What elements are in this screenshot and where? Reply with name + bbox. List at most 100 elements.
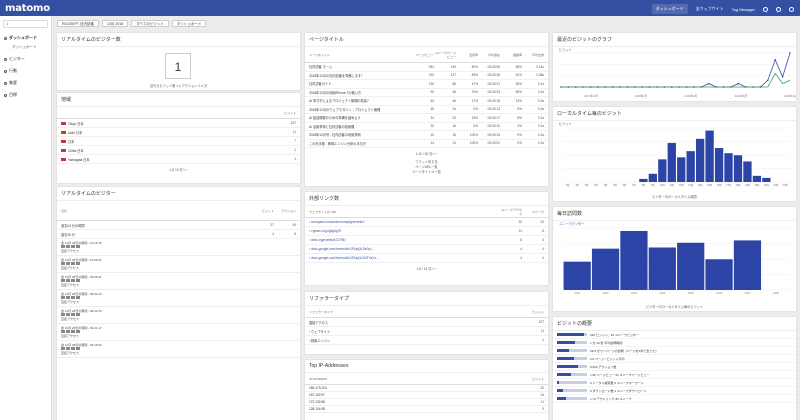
bar: [677, 242, 705, 290]
visit-item[interactable]: 金 12月 28日の時間 - 10:16:16 直接アクセス: [57, 239, 300, 256]
bar: [743, 161, 752, 182]
sidebar-item-visitors[interactable]: ビジター: [0, 53, 51, 65]
sidebar-item-acquisition[interactable]: 集客: [0, 77, 51, 89]
table-row[interactable]: 128.104.98 9: [305, 406, 548, 413]
column-header: 離脱率: [512, 52, 522, 57]
notifications-icon[interactable]: [776, 6, 781, 12]
table-row[interactable]: 2018年12月号 - 社内訪客の利用事例 15 15 100% 00:00:15 0% 0…: [305, 131, 548, 140]
table-row[interactable]: Tokyo 日本 247: [57, 119, 300, 128]
pager[interactable]: 1-5 / 14 次へ ›: [305, 263, 548, 274]
page-metric: 20: [430, 124, 434, 129]
page-title: 2018年12月号 - 社内訪客の利用事例: [309, 133, 361, 138]
visit-item[interactable]: 金 12月 28日の時間 - 09:41:54 直接アクセス: [57, 307, 300, 324]
page-metric: 149: [450, 64, 456, 69]
sparkline-fill: [557, 333, 584, 336]
sidebar-subitem-dashboard[interactable]: ダッシュボード: [0, 44, 51, 53]
data-point: [715, 86, 717, 88]
site-selector[interactable]: ROOSEPT 社内訪客: [57, 20, 100, 27]
table-row[interactable]: › connpass.com/user/rooseptjp/events? 20 2…: [305, 218, 548, 227]
data-point: [634, 86, 636, 88]
realtime-count-value: 1: [165, 53, 191, 79]
table-row[interactable]: この先手帳 - 即時エンジン分析の手引き 14 13 100% 00:00:02 0% 0.…: [305, 140, 548, 148]
bar: [752, 175, 762, 182]
outlink-visits: 4: [542, 247, 544, 251]
column-header: 平均生成: [531, 52, 544, 57]
pager[interactable]: 1-5 / 6 次へ ›: [57, 164, 300, 175]
visit-referrer: 直接アクセス: [61, 351, 79, 355]
visit-item[interactable]: 金 12月 28日の時間 - 09:55:41 直接アクセス: [57, 273, 300, 290]
table-row[interactable]: 157.192.97 24: [305, 392, 548, 399]
overview-text: 330 ビジット、81 ユニークビジター: [590, 332, 639, 337]
visitors-icon: [4, 57, 7, 61]
table-row[interactable]: › atnd.org/events/101795/8 4: [305, 236, 548, 245]
table-row[interactable]: 172.132.58 11: [305, 399, 548, 406]
page-metric: 17%: [471, 98, 478, 103]
nav-tag-manager[interactable]: Tag Manager: [732, 7, 755, 12]
pager[interactable]: 1-10 / 35 次へ ›: [305, 148, 548, 159]
location-icon: [61, 262, 65, 265]
matomo-logo[interactable]: matomo: [5, 3, 50, 14]
data-point: [626, 86, 629, 88]
visit-item[interactable]: 金 12月 28日の時間 - 09:15:02 直接アクセス: [57, 341, 300, 358]
outlink-url[interactable]: › r.gnavi.co.jp/g3g3g7tl: [309, 229, 500, 233]
page-metric: 136: [428, 81, 434, 86]
table-row[interactable]: › docs.google.com/forms/d/e/1FAIpQLSdTYa…: [305, 254, 548, 263]
column-header: IP ADDRESS: [309, 376, 327, 381]
nav-all-websites[interactable]: 全ウェブサイト: [696, 6, 724, 12]
nav-dashboard[interactable]: ダッシュボード: [651, 4, 688, 14]
table-row[interactable]: › ウェブサイト 11: [305, 327, 548, 336]
table-row[interactable]: AI 事才子によるプロジェクト管理の改善? 53 46 17% 00:00:18 13%…: [305, 97, 548, 106]
table-row[interactable]: Chiba 日本 1: [57, 146, 300, 155]
sparkline-icon: [557, 357, 587, 360]
table-row[interactable]: AI 活用事例と社内訪客の技術展 20 16 0% 00:00:10 2% 0.2s: [305, 123, 548, 131]
table-row[interactable]: Aichi 日本 11: [57, 128, 300, 137]
x-tick-label: 11時: [669, 183, 674, 187]
table-row[interactable]: 直接アクセス 327: [305, 318, 548, 327]
admin-gear-icon[interactable]: [763, 6, 768, 12]
outlink-url[interactable]: › docs.google.com/forms/d/e/1FAIpQLSe0y1…: [309, 247, 500, 251]
table-row[interactable]: › docs.google.com/forms/d/e/1FAIpQLSe0y1…: [305, 245, 548, 254]
outlink-url[interactable]: › connpass.com/user/rooseptjp/events?: [309, 220, 500, 224]
dashboard-menu[interactable]: ダッシュボード: [171, 20, 207, 27]
location-icon: [61, 296, 65, 299]
table-row[interactable]: 2018年12月の社内訪客を準備します！ 190 127 83% 00:00:36 61%…: [305, 72, 548, 80]
sidebar-search-input[interactable]: ⌕: [3, 20, 48, 28]
location-icon: [61, 313, 65, 316]
visit-item[interactable]: 金 12月 28日の時間 - 09:52:14 直接アクセス: [57, 290, 300, 307]
table-row[interactable]: › 検索エンジン 1: [305, 336, 548, 345]
sidebar-item-goals[interactable]: 目標: [0, 89, 51, 101]
region-name: Aichi 日本: [68, 130, 83, 135]
data-point: [663, 86, 666, 88]
table-row[interactable]: Yamagata 日本 1: [57, 155, 300, 164]
sparkline-icon: [557, 373, 587, 376]
region-value: 1: [294, 148, 296, 152]
table-row[interactable]: 2018年12月の利用iPhone-7の使い方 90 46 76% 00:00:33 56…: [305, 89, 548, 97]
table-row[interactable]: 日本 7: [57, 137, 300, 146]
outlink-unique: 4: [520, 256, 522, 260]
table-row[interactable]: 2018年12月のウェブマガジン｜プロジェクト管理 48 34 0% 00:00:13 5…: [305, 106, 548, 114]
sidebar-item-behaviour[interactable]: 行動: [0, 65, 51, 77]
table-row[interactable]: 社内訪客 ホーム 281 149 50% 00:00:56 38% 0.14s: [305, 63, 548, 72]
outlink-unique: 20: [518, 220, 522, 224]
sparkline-icon: [557, 381, 587, 384]
outlink-url[interactable]: › atnd.org/events/101795/: [309, 238, 500, 242]
period-selector[interactable]: 12月 2018: [102, 20, 129, 27]
segment-selector[interactable]: すべてのビジット: [131, 20, 169, 27]
table-row[interactable]: 社内訪客ガイド 136 86 47% 00:00:21 35% 0.1s: [305, 80, 548, 89]
table-row[interactable]: › r.gnavi.co.jp/g3g3g7tl 11 8: [305, 227, 548, 236]
sidebar-item-label: 行動: [9, 68, 17, 73]
sidebar-item-dashboard[interactable]: ダッシュボード: [0, 32, 51, 44]
visit-item[interactable]: 金 12月 28日の時間 - 10:05:21 直接アクセス: [57, 256, 300, 273]
page-metric: 0.3s: [537, 98, 544, 103]
page-metric: 38%: [515, 64, 522, 69]
page-titles-link[interactable]: ページタイトル一覧: [305, 169, 548, 174]
region-name: Tokyo 日本: [68, 121, 84, 126]
user-icon[interactable]: [789, 6, 794, 12]
sparkline-icon: [557, 333, 587, 336]
table-header: 日付 ビジット アクション: [57, 201, 300, 221]
table-row[interactable]: 155.179.204 32: [305, 385, 548, 392]
outlink-url[interactable]: › docs.google.com/forms/d/e/1FAIpQLSdTYa…: [309, 256, 500, 260]
table-row[interactable]: AI 製品開発のための準備を始めよう 34 20 33% 00:00:17 8% 0.2s: [305, 114, 548, 123]
column-header: リファラータイプ: [309, 309, 334, 314]
visit-item[interactable]: 金 12月 28日の時間 - 09:41:17 直接アクセス: [57, 324, 300, 341]
